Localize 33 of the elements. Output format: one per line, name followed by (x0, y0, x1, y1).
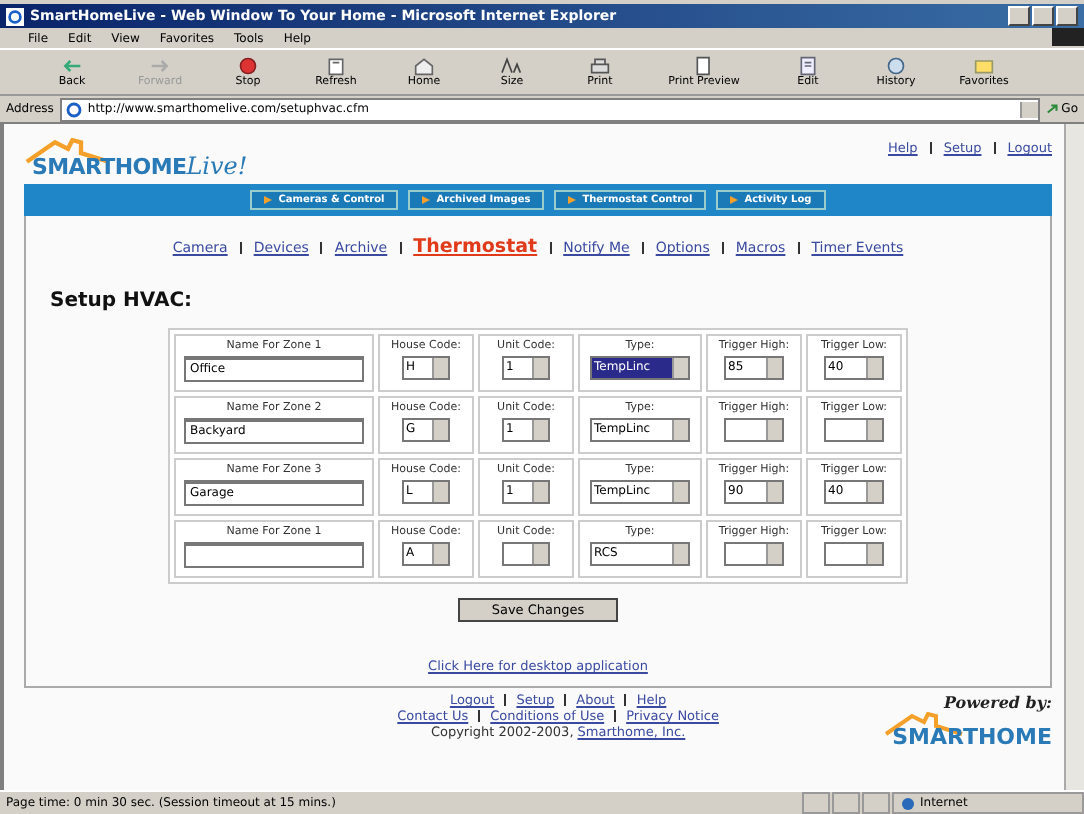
status-panel (802, 792, 830, 814)
trigger-high-select[interactable] (724, 418, 784, 442)
play-arrow-icon (568, 196, 577, 204)
play-arrow-icon (264, 196, 273, 204)
text-size-icon (500, 56, 524, 76)
page-icon (692, 56, 716, 76)
trigger-low-select[interactable] (824, 418, 884, 442)
unit-code-select[interactable] (502, 542, 550, 566)
zone-name-field[interactable] (184, 542, 364, 568)
status-panel (862, 792, 890, 814)
browser-icon (6, 7, 24, 25)
trigger-high-select[interactable] (724, 542, 784, 566)
arrow-icon (148, 56, 172, 76)
nav-tab[interactable]: Thermostat (413, 236, 538, 258)
house-icon (412, 56, 436, 76)
scrollbar[interactable] (1064, 124, 1084, 790)
globe-icon (902, 797, 914, 809)
trigger-low-select[interactable] (824, 542, 884, 566)
play-arrow-icon (422, 196, 431, 204)
play-arrow-icon (730, 196, 739, 204)
stop-icon (236, 56, 260, 76)
close-button[interactable] (1056, 6, 1078, 26)
minimize-button[interactable] (1008, 6, 1030, 26)
printer-icon (588, 56, 612, 76)
status-panel (832, 792, 860, 814)
page-icon (65, 101, 82, 117)
arrow-icon (1045, 102, 1060, 116)
page-heading: Setup HVAC: (50, 290, 193, 312)
site-logo: SMARTHOMELive! (24, 133, 252, 184)
arrow-icon (60, 56, 84, 76)
maximize-button[interactable] (1032, 6, 1054, 26)
powered-by-text: Powered by: (944, 692, 1052, 712)
edit-icon (796, 56, 820, 76)
